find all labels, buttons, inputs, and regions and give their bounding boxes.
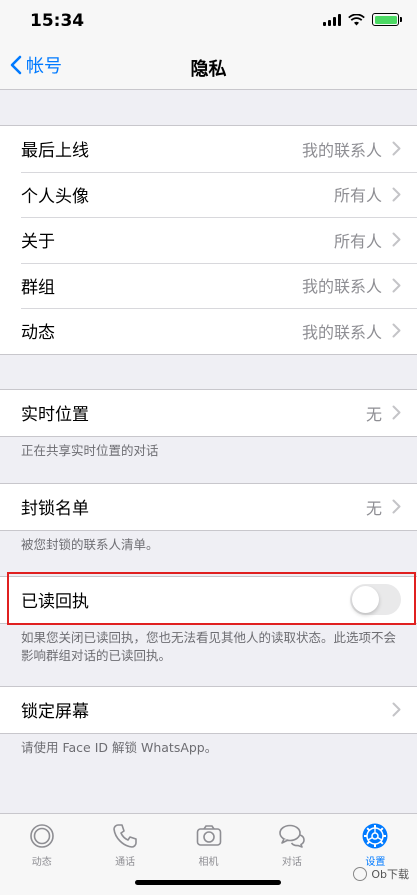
chevron-right-icon	[392, 232, 401, 247]
chevron-right-icon	[392, 702, 401, 717]
row-label: 最后上线	[21, 141, 89, 162]
row-live-location[interactable]: 实时位置 无	[0, 390, 417, 436]
row-profile-photo[interactable]: 个人头像 所有人	[0, 171, 417, 218]
row-label: 动态	[21, 323, 55, 344]
camera-icon	[196, 825, 221, 846]
tab-label: 动态	[31, 857, 52, 868]
home-indicator[interactable]	[135, 880, 281, 885]
live-location-group: 实时位置 无	[0, 389, 417, 437]
row-label: 锁定屏幕	[21, 702, 89, 723]
wifi-icon	[348, 13, 365, 25]
row-value: 我的联系人	[301, 322, 382, 342]
row-label: 实时位置	[21, 405, 89, 426]
row-label: 个人头像	[21, 186, 89, 207]
row-value: 无	[365, 404, 382, 424]
status-time: 15:34	[30, 11, 85, 31]
chevron-right-icon	[392, 405, 401, 420]
blocked-group: 封锁名单 无	[0, 483, 417, 531]
row-about[interactable]: 关于 所有人	[0, 217, 417, 263]
tab-status[interactable]: 动态	[0, 814, 83, 895]
row-value: 我的联系人	[301, 277, 382, 297]
row-label: 关于	[21, 232, 55, 253]
chevron-right-icon	[392, 187, 401, 202]
live-location-footnote: 正在共享实时位置的对话	[21, 443, 159, 458]
row-screen-lock[interactable]: 锁定屏幕	[0, 687, 417, 733]
status-icons	[323, 13, 402, 26]
row-groups[interactable]: 群组 我的联系人	[0, 262, 417, 309]
row-value: 我的联系人	[301, 140, 382, 160]
tab-label: 通话	[115, 857, 136, 868]
signal-icon	[323, 13, 341, 26]
tab-settings[interactable]: 设置	[334, 814, 417, 895]
nav-bar: 帐号 隐私	[0, 42, 417, 90]
settings-icon	[362, 823, 388, 849]
chevron-right-icon	[392, 278, 401, 293]
chevron-right-icon	[392, 323, 401, 338]
highlight-box	[7, 572, 416, 625]
watermark-text: Ob下载	[371, 868, 409, 881]
tab-label: 相机	[198, 857, 219, 868]
visibility-settings-group: 最后上线 我的联系人 个人头像 所有人 关于 所有人 群组 我的联系人 动态 我…	[0, 125, 417, 355]
tab-label: 对话	[281, 857, 302, 868]
row-last-seen[interactable]: 最后上线 我的联系人	[0, 126, 417, 172]
phone-icon	[113, 824, 137, 848]
row-value: 所有人	[333, 231, 382, 251]
watermark-logo-icon	[353, 867, 368, 881]
row-blocked[interactable]: 封锁名单 无	[0, 484, 417, 530]
chevron-right-icon	[392, 141, 401, 156]
row-label: 封锁名单	[21, 499, 89, 520]
screen-lock-footnote: 请使用 Face ID 解锁 WhatsApp。	[21, 740, 218, 755]
row-label: 群组	[21, 277, 55, 298]
chats-icon	[279, 824, 305, 848]
page-title: 隐私	[190, 59, 227, 80]
battery-icon	[372, 13, 402, 26]
status-icon	[29, 824, 54, 848]
status-bar: 15:34	[0, 0, 417, 42]
row-status[interactable]: 动态 我的联系人	[0, 308, 417, 354]
read-receipts-footnote: 如果您关闭已读回执，您也无法看见其他人的读取状态。此选项不会影响群组对话的已读回…	[21, 630, 397, 663]
row-value: 所有人	[333, 186, 382, 206]
blocked-footnote: 被您封锁的联系人清单。	[21, 537, 159, 552]
watermark: Ob下载	[353, 866, 409, 882]
row-value: 无	[365, 498, 382, 518]
chevron-right-icon	[392, 499, 401, 514]
screen-lock-group: 锁定屏幕	[0, 686, 417, 734]
